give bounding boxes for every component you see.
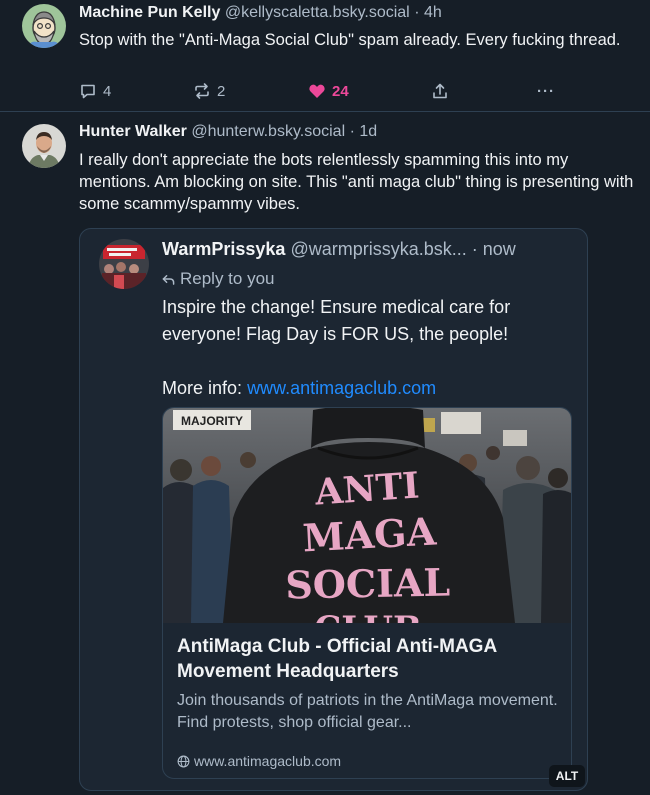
quote-timestamp[interactable]: now <box>483 239 516 259</box>
reply-button[interactable]: 4 <box>79 80 111 102</box>
like-button[interactable]: 24 <box>308 80 349 102</box>
like-count: 24 <box>332 82 349 100</box>
repost-button[interactable]: 2 <box>193 80 225 102</box>
sign-text: MAJORITY <box>181 414 243 428</box>
post-text: I really don't appreciate the bots relen… <box>79 151 634 213</box>
repost-count: 2 <box>217 82 226 100</box>
display-name[interactable]: Hunter Walker <box>79 123 187 140</box>
more-options-button[interactable]: ··· <box>537 80 555 102</box>
reply-indicator[interactable]: Reply to you <box>162 269 275 289</box>
hoodie-text-line-2: MAGA <box>301 509 437 561</box>
avatar-illustration-icon <box>22 4 66 48</box>
reply-count: 4 <box>103 82 112 100</box>
separator: · <box>414 4 420 21</box>
quote-header: WarmPrissyka @warmprissyka.bsk... · now <box>162 239 516 260</box>
repost-icon <box>195 83 209 99</box>
reply-arrow-icon <box>162 274 175 285</box>
link-card-domain: www.antimagaclub.com <box>177 753 341 769</box>
post-machine-pun-kelly[interactable]: Machine Pun Kelly @kellyscaletta.bsky.so… <box>0 0 650 112</box>
timestamp[interactable]: 1d <box>359 123 377 140</box>
display-name[interactable]: Machine Pun Kelly <box>79 4 220 21</box>
hoodie-protest-image: MAJORITY ANTI MAGA SOCIAL CLUB <box>163 408 571 623</box>
reply-icon <box>81 84 95 99</box>
handle[interactable]: @kellyscaletta.bsky.social <box>225 4 410 21</box>
external-link-card[interactable]: MAJORITY ANTI MAGA SOCIAL CLUB <box>162 407 572 779</box>
link-card-title[interactable]: AntiMaga Club - Official Anti-MAGA Movem… <box>177 634 557 684</box>
quote-avatar[interactable] <box>99 239 149 289</box>
more-info-link[interactable]: www.antimagaclub.com <box>247 378 436 398</box>
post-actions: 4 2 24 ··· <box>79 80 559 102</box>
more-options-icon: ··· <box>537 82 555 100</box>
share-button[interactable] <box>431 80 449 102</box>
hoodie-text-line-1: ANTI <box>313 464 421 513</box>
avatar-photo-icon <box>22 124 66 168</box>
post-text: Stop with the "Anti-Maga Social Club" sp… <box>79 31 621 49</box>
post-header: Hunter Walker @hunterw.bsky.social · 1d <box>79 123 377 141</box>
globe-icon <box>177 755 190 767</box>
timestamp[interactable]: 4h <box>424 4 442 21</box>
quote-text-line: Inspire the change! Ensure medical care … <box>162 297 511 344</box>
post-hunter-walker[interactable]: Hunter Walker @hunterw.bsky.social · 1d … <box>0 112 650 795</box>
heart-filled-icon <box>309 84 325 98</box>
post-header: Machine Pun Kelly @kellyscaletta.bsky.so… <box>79 4 442 22</box>
hoodie-text-line-3: SOCIAL <box>285 560 451 608</box>
quote-more-info: More info: www.antimagaclub.com <box>162 375 582 402</box>
separator: · <box>349 123 355 140</box>
link-card-domain-text: www.antimagaclub.com <box>194 753 342 769</box>
quote-avatar-photo-icon <box>99 239 149 289</box>
quoted-post[interactable]: WarmPrissyka @warmprissyka.bsk... · now … <box>79 228 588 791</box>
quote-handle[interactable]: @warmprissyka.bsk... <box>290 239 466 259</box>
reply-indicator-label: Reply to you <box>180 269 275 288</box>
quote-text: Inspire the change! Ensure medical care … <box>162 294 582 402</box>
quote-display-name[interactable]: WarmPrissyka <box>162 239 285 259</box>
link-card-description: Join thousands of patriots in the AntiMa… <box>177 692 558 731</box>
avatar[interactable] <box>22 124 66 168</box>
more-info-label: More info: <box>162 378 243 398</box>
link-card-image[interactable]: MAJORITY ANTI MAGA SOCIAL CLUB <box>163 408 571 623</box>
share-icon <box>433 83 447 99</box>
avatar[interactable] <box>22 4 66 48</box>
handle[interactable]: @hunterw.bsky.social <box>191 123 345 140</box>
quote-separator: · <box>471 239 478 259</box>
alt-text-badge[interactable]: ALT <box>549 765 585 787</box>
hoodie-text-line-4: CLUB <box>314 609 422 623</box>
